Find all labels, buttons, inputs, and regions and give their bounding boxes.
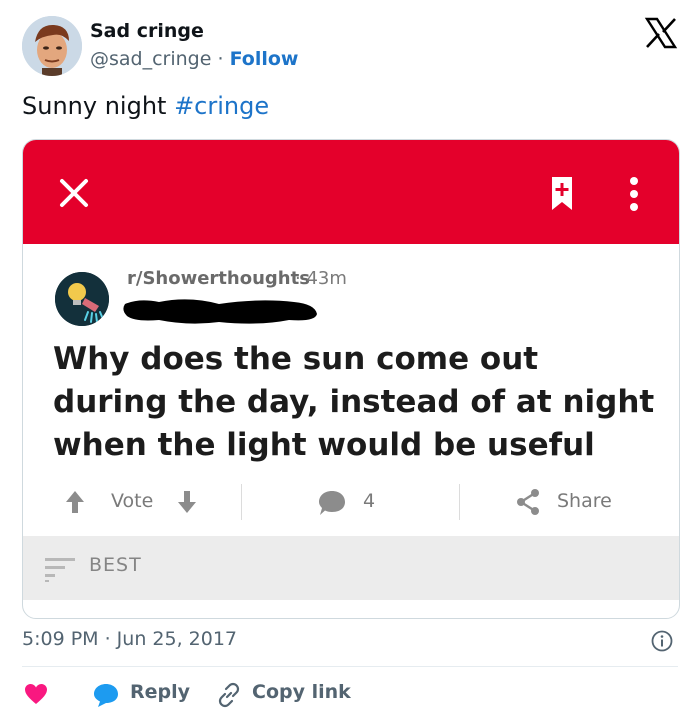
x-logo-icon[interactable] — [644, 16, 678, 50]
hashtag-link[interactable]: #cringe — [174, 92, 269, 120]
vote-label: Vote — [111, 490, 154, 512]
heart-icon[interactable] — [24, 683, 48, 705]
tweet-card: Sad cringe @sad_cringe · Follow Sunny ni… — [0, 0, 700, 720]
post-title[interactable]: Why does the sun come out during the day… — [53, 338, 663, 467]
sort-label[interactable]: BEST — [89, 554, 142, 576]
follow-button[interactable]: Follow — [230, 48, 299, 70]
reply-button[interactable]: Reply — [130, 681, 190, 703]
upvote-icon[interactable] — [65, 490, 85, 514]
share-label[interactable]: Share — [557, 490, 612, 512]
sort-icon — [45, 558, 75, 582]
share-icon[interactable] — [515, 488, 541, 516]
comment-count: 4 — [363, 490, 376, 512]
downvote-icon[interactable] — [177, 490, 197, 514]
tweet-text-main: Sunny night — [22, 92, 175, 120]
subreddit-icon[interactable] — [55, 272, 109, 326]
subreddit-name[interactable]: r/Showerthoughts — [127, 268, 310, 289]
bookmark-plus-icon[interactable] — [551, 176, 573, 212]
reddit-header-bar — [23, 140, 679, 244]
tweet-timestamp[interactable]: 5:09 PM · Jun 25, 2017 — [22, 628, 237, 650]
comment-icon[interactable] — [317, 488, 347, 518]
post-time: · 43m — [295, 268, 347, 289]
redaction-scribble — [123, 299, 318, 324]
action-divider — [459, 484, 460, 520]
separator-dot: · — [217, 48, 224, 70]
tweet-text: Sunny night #cringe — [22, 92, 269, 120]
link-icon[interactable] — [216, 682, 242, 708]
more-vertical-icon[interactable] — [629, 176, 639, 212]
info-icon[interactable] — [651, 630, 673, 652]
author-handle[interactable]: @sad_cringe — [90, 48, 211, 70]
action-divider — [241, 484, 242, 520]
copy-link-button[interactable]: Copy link — [252, 681, 351, 703]
author-handle-line: @sad_cringe · Follow — [90, 48, 298, 70]
comment-sort-bar[interactable]: BEST — [23, 536, 679, 600]
avatar[interactable] — [22, 16, 82, 76]
author-name[interactable]: Sad cringe — [90, 20, 204, 42]
embedded-image[interactable]: r/Showerthoughts · 43m Why does the sun … — [22, 139, 680, 619]
close-icon[interactable] — [57, 176, 91, 210]
reply-bubble-icon[interactable] — [92, 682, 120, 708]
post-action-bar: Vote 4 Share — [23, 480, 679, 528]
footer-divider — [22, 666, 678, 667]
